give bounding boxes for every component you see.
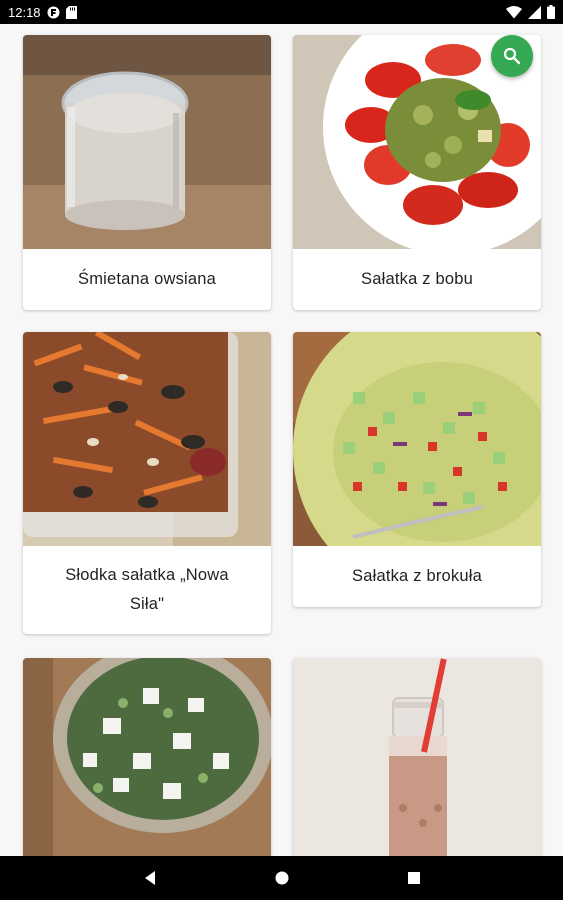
notification-app-icon bbox=[47, 6, 60, 19]
recipe-list[interactable]: Śmietana owsiana Sałatka z bobu Słodka s… bbox=[0, 24, 563, 856]
recents-button[interactable] bbox=[394, 858, 434, 898]
recipe-image bbox=[23, 658, 271, 856]
recipe-image bbox=[293, 332, 541, 546]
back-button[interactable] bbox=[130, 858, 170, 898]
back-icon bbox=[144, 871, 155, 885]
battery-icon bbox=[547, 5, 555, 19]
clock: 12:18 bbox=[8, 4, 41, 20]
home-icon bbox=[275, 871, 288, 885]
recipe-card[interactable] bbox=[23, 658, 271, 856]
recipe-card[interactable]: Słodka sałatka „Nowa Siła" bbox=[23, 332, 271, 634]
recipe-title: Śmietana owsiana bbox=[77, 270, 217, 288]
recipe-image bbox=[23, 35, 271, 249]
recipe-image bbox=[293, 658, 541, 856]
recipe-card[interactable]: Sałatka z brokuła bbox=[293, 332, 541, 607]
recipe-title: Sałatka z bobu bbox=[361, 270, 473, 288]
sd-card-icon bbox=[65, 5, 77, 19]
search-icon bbox=[503, 47, 521, 65]
recents-icon bbox=[407, 872, 420, 884]
recipe-title: Słodka sałatka „Nowa Siła" bbox=[65, 566, 229, 613]
recipe-card[interactable]: Śmietana owsiana bbox=[23, 35, 271, 310]
search-button[interactable] bbox=[491, 35, 533, 77]
status-bar: 12:18 bbox=[0, 0, 563, 24]
wifi-icon bbox=[506, 5, 522, 19]
recipe-image bbox=[23, 332, 271, 546]
home-button[interactable] bbox=[262, 858, 302, 898]
system-navigation-bar bbox=[0, 856, 563, 900]
cell-signal-icon bbox=[528, 5, 541, 19]
recipe-card[interactable]: Sałatka z bobu bbox=[293, 35, 541, 310]
recipe-title: Sałatka z brokuła bbox=[352, 567, 482, 585]
recipe-card[interactable] bbox=[293, 658, 541, 856]
